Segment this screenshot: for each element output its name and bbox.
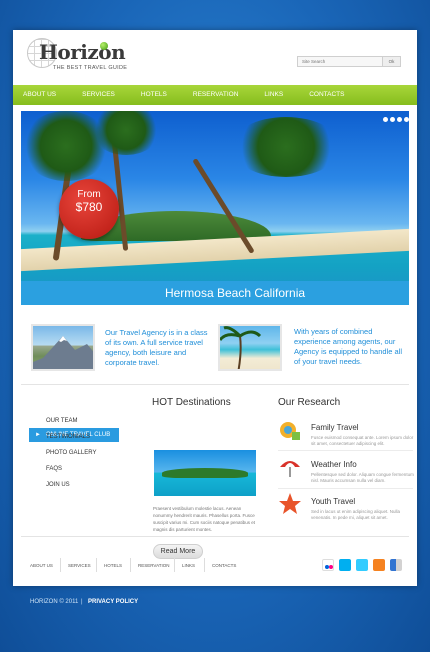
palm-icon (220, 326, 262, 369)
copyright-separator: | (81, 599, 83, 605)
research-weather-text: Pellentesque sed dolor. Aliquam congue f… (311, 472, 414, 483)
sidebar-item-our-team[interactable]: OUR TEAM (46, 418, 78, 424)
footer-separator (174, 558, 175, 572)
privacy-policy-link[interactable]: PRIVACY POLICY (88, 599, 138, 605)
footer-link-services[interactable]: SERVICES (68, 563, 91, 568)
nav-links[interactable]: LINKS (264, 85, 283, 105)
research-youth-text: Sed in lacus ut enim adipiscing aliquet.… (311, 509, 401, 520)
sidebar-item-testimonials[interactable]: TESTIMONIALS (46, 434, 90, 440)
island-shape (162, 468, 248, 478)
hot-destinations-text: Praesent vestibulum molestie lacus. Aene… (153, 506, 256, 532)
divider (21, 384, 409, 385)
nav-services[interactable]: SERVICES (82, 85, 115, 105)
arrow-right-icon: ► (35, 432, 41, 438)
main-nav: ABOUT US SERVICES HOTELS RESERVATION LIN… (13, 85, 417, 105)
price-value: $780 (75, 200, 103, 214)
footer-link-reservation[interactable]: RESERVATION (138, 563, 170, 568)
site-logo[interactable]: Horizon THE BEST TRAVEL GUIDE (27, 38, 157, 78)
search-form: Ok (297, 56, 401, 67)
mountain-photo[interactable] (31, 324, 95, 371)
flickr-icon[interactable] (322, 559, 334, 571)
research-title: Our Research (278, 397, 341, 408)
divider (278, 450, 413, 451)
twitter-icon[interactable] (356, 559, 368, 571)
family-beach-icon (280, 422, 300, 440)
slide-dot[interactable] (404, 117, 409, 122)
read-more-button[interactable]: Read More (153, 544, 203, 559)
price-badge: From $780 (59, 179, 119, 239)
sidebar-item-photo-gallery[interactable]: PHOTO GALLERY (46, 450, 96, 456)
research-family-title[interactable]: Family Travel (311, 423, 359, 432)
nav-about-us[interactable]: ABOUT US (23, 85, 56, 105)
research-youth-title[interactable]: Youth Travel (311, 497, 355, 506)
feature-text-agency: Our Travel Agency is in a class of its o… (105, 328, 208, 367)
island-photo[interactable] (154, 450, 256, 496)
palm-fronds (231, 117, 341, 177)
banner-caption: Hermosa Beach California (21, 281, 409, 305)
sidebar-item-join-us[interactable]: JOIN US (46, 482, 70, 488)
nav-reservation[interactable]: RESERVATION (193, 85, 239, 105)
divider (278, 488, 413, 489)
feature-text-experience: With years of combined experience among … (294, 327, 402, 366)
footer-link-contacts[interactable]: CONTACTS (212, 563, 236, 568)
slider-dots (383, 117, 409, 122)
logo-dot-icon (100, 42, 108, 50)
slide-dot[interactable] (390, 117, 395, 122)
footer-separator (96, 558, 97, 572)
hot-destinations-title: HOT Destinations (152, 397, 231, 408)
divider (21, 536, 409, 537)
footer-separator (130, 558, 131, 572)
search-button[interactable]: Ok (382, 57, 400, 66)
beach-photo[interactable] (218, 324, 282, 371)
research-weather-title[interactable]: Weather Info (311, 460, 357, 469)
footer-link-about-us[interactable]: ABOUT US (30, 563, 53, 568)
page-container: Horizon THE BEST TRAVEL GUIDE Ok ABOUT U… (13, 30, 417, 586)
nav-hotels[interactable]: HOTELS (141, 85, 167, 105)
rss-icon[interactable] (373, 559, 385, 571)
starfish-icon (279, 493, 301, 514)
copyright-text: HORIZON © 2011 (30, 599, 79, 605)
footer-link-links[interactable]: LINKS (182, 563, 195, 568)
logo-tagline: THE BEST TRAVEL GUIDE (53, 65, 128, 71)
mountain-icon (33, 336, 93, 369)
umbrella-icon (280, 461, 300, 477)
skype-icon[interactable] (339, 559, 351, 571)
footer-separator (204, 558, 205, 572)
search-input[interactable] (298, 57, 382, 66)
footer-link-hotels[interactable]: HOTELS (104, 563, 122, 568)
logo-text: Horizon (39, 40, 126, 64)
sidebar-item-faqs[interactable]: FAQS (46, 466, 62, 472)
delicious-icon[interactable] (390, 559, 402, 571)
slide-dot[interactable] (397, 117, 402, 122)
research-family-text: Fusce euismod consequat ante. Lorem ipsu… (311, 435, 414, 446)
slide-dot[interactable] (383, 117, 388, 122)
palm-fronds (91, 111, 161, 155)
flickr-dots (325, 565, 333, 569)
nav-contacts[interactable]: CONTACTS (309, 85, 344, 105)
footer-separator (60, 558, 61, 572)
price-from: From (77, 189, 101, 200)
